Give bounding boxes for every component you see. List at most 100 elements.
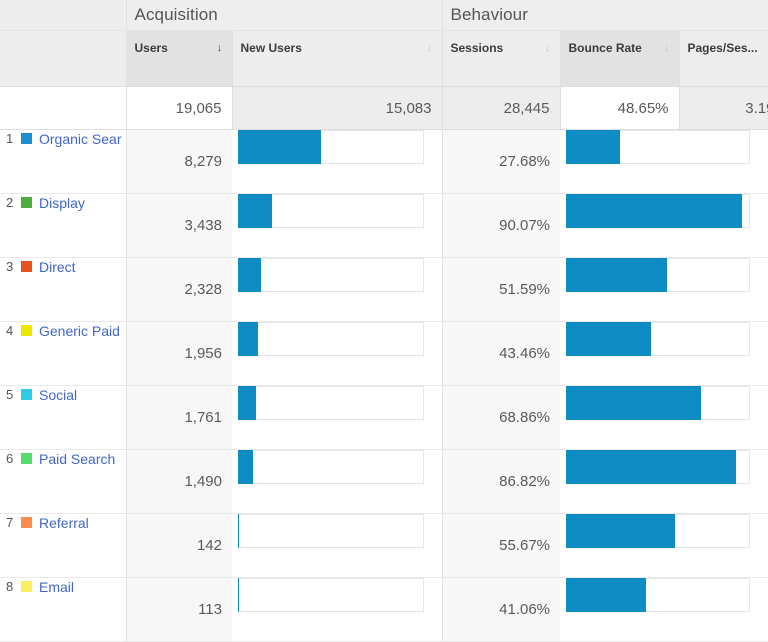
row-rank: 2 xyxy=(6,195,19,210)
row-bounce-rate-value: 68.86% xyxy=(443,409,561,426)
column-header-row: Users ↓ New Users ↓ Sessions ↓ xyxy=(0,31,768,87)
row-bounce-bar-cell xyxy=(560,194,768,258)
totals-pages-session-value: 3.19 xyxy=(745,100,768,117)
column-header-users-label: Users xyxy=(135,41,224,55)
row-users-value: 3,438 xyxy=(127,217,233,234)
bounce-bar-fill xyxy=(566,322,651,356)
sort-descending-icon[interactable]: ↓ xyxy=(215,42,225,54)
color-swatch-icon xyxy=(21,453,32,464)
row-dimension-cell: 8Email xyxy=(0,578,126,642)
row-users-cell: 142 xyxy=(126,514,232,578)
users-bar-fill xyxy=(238,322,258,356)
column-header-pages-session[interactable]: Pages/Ses... ↓ xyxy=(679,31,768,86)
totals-new-users-value: 15,083 xyxy=(233,100,442,117)
sort-icon[interactable]: ↓ xyxy=(543,42,553,54)
group-header-behaviour: Behaviour xyxy=(442,0,768,31)
row-bounce-bar-cell xyxy=(560,386,768,450)
row-bounce-rate-value: 27.68% xyxy=(443,153,561,170)
column-header-sessions[interactable]: Sessions ↓ xyxy=(442,31,560,87)
users-bar-track xyxy=(238,322,424,356)
row-users-value: 1,490 xyxy=(127,473,233,490)
row-users-cell: 1,956 xyxy=(126,322,232,386)
sort-icon[interactable]: ↓ xyxy=(662,42,672,54)
sort-icon[interactable]: ↓ xyxy=(425,42,435,54)
row-dimension-link[interactable]: Display xyxy=(39,195,85,211)
users-bar-fill xyxy=(238,514,239,548)
row-dimension-link[interactable]: Generic Paid xyxy=(39,323,120,339)
row-dimension-link[interactable]: Direct xyxy=(39,259,76,275)
row-dimension-cell: 6Paid Search xyxy=(0,450,126,514)
table-row: 7Referral14255.67% xyxy=(0,514,768,578)
users-bar-fill xyxy=(238,258,261,292)
row-users-value: 1,956 xyxy=(127,345,233,362)
bounce-bar-fill xyxy=(566,194,742,228)
column-header-pages-session-label: Pages/Ses... xyxy=(688,41,768,55)
totals-bounce-rate-value: 48.65% xyxy=(618,100,679,117)
column-header-new-users[interactable]: New Users ↓ xyxy=(232,31,442,87)
group-header-acquisition: Acquisition xyxy=(126,0,442,31)
users-bar-track xyxy=(238,130,424,164)
group-acquisition-label: Acquisition xyxy=(127,5,442,25)
users-bar-track xyxy=(238,194,424,228)
users-bar-track xyxy=(238,450,424,484)
row-rank: 1 xyxy=(6,131,19,146)
group-header-blank xyxy=(0,0,126,31)
bounce-bar-track xyxy=(566,450,750,484)
row-bounce-rate-cell: 43.46% xyxy=(442,322,560,386)
row-bounce-rate-cell: 90.07% xyxy=(442,194,560,258)
row-users-bar-cell xyxy=(232,194,442,258)
row-bounce-rate-cell: 86.82% xyxy=(442,450,560,514)
row-users-value: 8,279 xyxy=(127,153,233,170)
row-bounce-rate-value: 51.59% xyxy=(443,281,561,298)
totals-users-cell: 19,065 xyxy=(126,87,232,130)
bounce-bar-fill xyxy=(566,386,701,420)
table-row: 3Direct2,328 51.59% xyxy=(0,258,768,322)
bounce-bar-track xyxy=(566,386,750,420)
totals-behaviour-cell: 48.65% 3.19 00:03:44 xyxy=(560,87,768,130)
row-bounce-rate-value: 55.67% xyxy=(443,537,561,554)
table-row: 6Paid Search1,490 86.82% xyxy=(0,450,768,514)
users-bar-fill xyxy=(238,450,253,484)
table-row: 8Email11341.06% xyxy=(0,578,768,642)
column-header-dimension xyxy=(0,31,126,87)
totals-pages-session-cell: 3.19 xyxy=(679,87,768,129)
color-swatch-icon xyxy=(21,197,32,208)
color-swatch-icon xyxy=(21,261,32,272)
group-behaviour-label: Behaviour xyxy=(443,5,768,25)
row-bounce-bar-cell xyxy=(560,578,768,642)
bounce-bar-track xyxy=(566,258,750,292)
row-bounce-rate-cell: 68.86% xyxy=(442,386,560,450)
row-rank: 4 xyxy=(6,323,19,338)
totals-sessions-cell: 28,445 xyxy=(442,87,560,130)
column-header-users[interactable]: Users ↓ xyxy=(126,31,232,87)
row-users-value: 142 xyxy=(127,537,233,554)
table-row: 1 Organic Sear 8,279 27.68% xyxy=(0,130,768,194)
row-dimension-link[interactable]: Referral xyxy=(39,515,89,531)
row-users-value: 2,328 xyxy=(127,281,233,298)
row-users-bar-cell xyxy=(232,578,442,642)
channels-report-table: Acquisition Behaviour Users ↓ New xyxy=(0,0,768,642)
row-bounce-rate-value: 43.46% xyxy=(443,345,561,362)
row-bounce-bar-cell xyxy=(560,322,768,386)
row-dimension-link[interactable]: Organic Sear xyxy=(39,131,121,147)
column-header-sessions-label: Sessions xyxy=(451,41,552,55)
totals-dimension-cell xyxy=(0,87,126,130)
row-users-bar-cell xyxy=(232,322,442,386)
row-users-bar-cell xyxy=(232,514,442,578)
column-header-new-users-label: New Users xyxy=(241,41,434,55)
bounce-bar-track xyxy=(566,514,750,548)
row-dimension-cell: 3Direct xyxy=(0,258,126,322)
users-bar-fill xyxy=(238,130,321,164)
users-bar-fill xyxy=(238,578,239,612)
row-dimension-cell: 4 Generic Paid xyxy=(0,322,126,386)
row-dimension-link[interactable]: Paid Search xyxy=(39,451,115,467)
totals-new-users-cell: 15,083 xyxy=(232,87,442,130)
bounce-bar-track xyxy=(566,322,750,356)
group-header-row: Acquisition Behaviour xyxy=(0,0,768,31)
row-users-cell: 1,761 xyxy=(126,386,232,450)
row-users-cell: 3,438 xyxy=(126,194,232,258)
column-header-bounce-rate[interactable]: Bounce Rate ↓ xyxy=(561,31,679,86)
row-dimension-link[interactable]: Email xyxy=(39,579,74,595)
row-bounce-rate-cell: 51.59% xyxy=(442,258,560,322)
row-dimension-link[interactable]: Social xyxy=(39,387,77,403)
